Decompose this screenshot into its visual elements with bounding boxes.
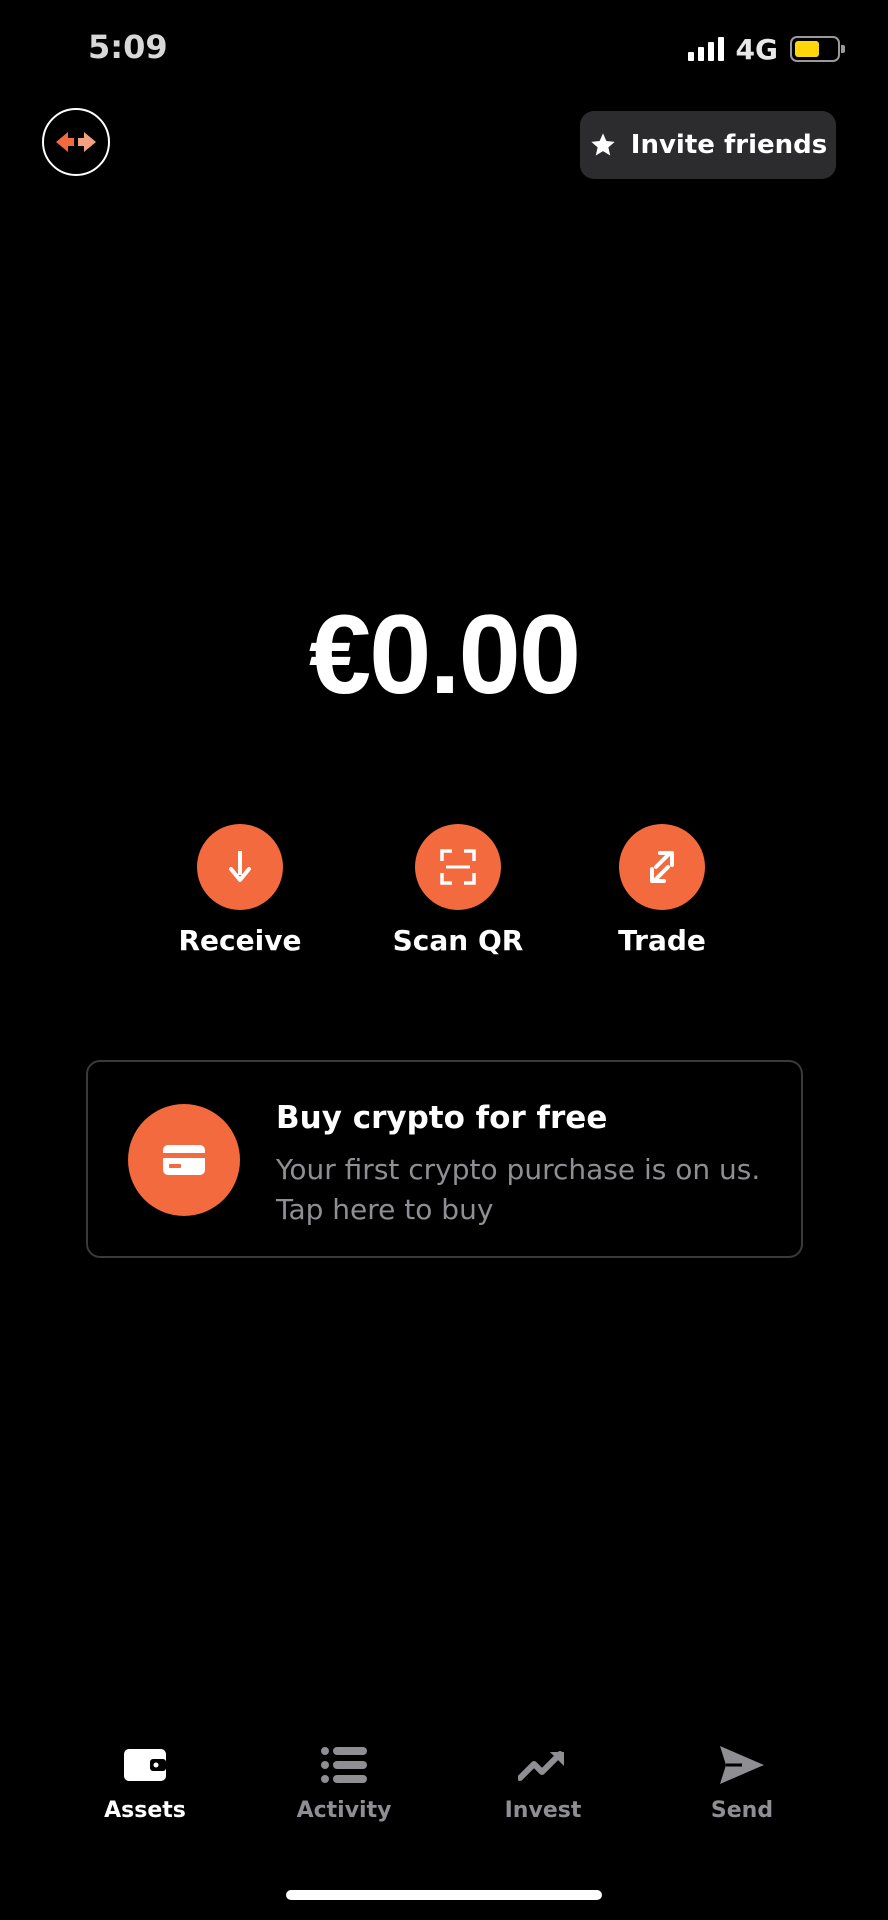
tab-activity-label: Activity (296, 1798, 392, 1823)
receive-label: Receive (178, 924, 302, 957)
tab-send[interactable]: Send (662, 1740, 822, 1823)
tab-assets[interactable]: Assets (65, 1740, 225, 1823)
tab-send-label: Send (710, 1798, 774, 1823)
swap-arrows-icon (56, 132, 96, 152)
tab-assets-label: Assets (104, 1798, 186, 1823)
trending-up-icon (518, 1751, 564, 1781)
battery-icon (790, 36, 845, 62)
trade-label: Trade (618, 924, 706, 957)
promo-title: Buy crypto for free (276, 1100, 608, 1136)
tab-activity[interactable]: Activity (264, 1740, 424, 1823)
credit-card-icon (163, 1145, 205, 1175)
status-bar: 5:09 4G (0, 0, 888, 100)
arrow-down-icon (229, 851, 251, 882)
tab-invest[interactable]: Invest (463, 1740, 623, 1823)
receive-button[interactable]: Receive (150, 824, 330, 957)
signal-icon (687, 37, 724, 61)
trade-circle (619, 824, 705, 910)
promo-text: Your first crypto purchase is on us. Tap… (276, 1153, 761, 1226)
qr-scan-icon (440, 849, 476, 885)
invite-friends-button[interactable]: Invite friends (580, 111, 836, 179)
send-icon (720, 1746, 764, 1784)
battery-level (795, 41, 819, 57)
scan-qr-label: Scan QR (392, 924, 524, 957)
swap-button[interactable] (42, 108, 110, 176)
list-icon (321, 1747, 367, 1783)
star-icon (591, 133, 615, 156)
invite-friends-label: Invite friends (630, 130, 828, 160)
scan-qr-circle (415, 824, 501, 910)
scan-qr-button[interactable]: Scan QR (368, 824, 548, 957)
status-indicators: 4G (687, 32, 845, 66)
quick-actions: Receive Scan QR Trade (0, 824, 888, 974)
bottom-tab-bar: Assets Activity Invest Send (0, 1740, 888, 1860)
network-type: 4G (735, 32, 778, 66)
status-time: 5:09 (88, 28, 168, 66)
home-indicator[interactable] (286, 1890, 602, 1900)
receive-circle (197, 824, 283, 910)
balance-amount: €0.00 (308, 592, 581, 717)
trade-button[interactable]: Trade (572, 824, 752, 957)
wallet-icon (124, 1749, 166, 1781)
promo-icon-circle (128, 1104, 240, 1216)
buy-crypto-card[interactable]: Buy crypto for free Your first crypto pu… (86, 1060, 803, 1258)
trade-arrows-icon (650, 851, 674, 883)
tab-invest-label: Invest (504, 1798, 582, 1823)
